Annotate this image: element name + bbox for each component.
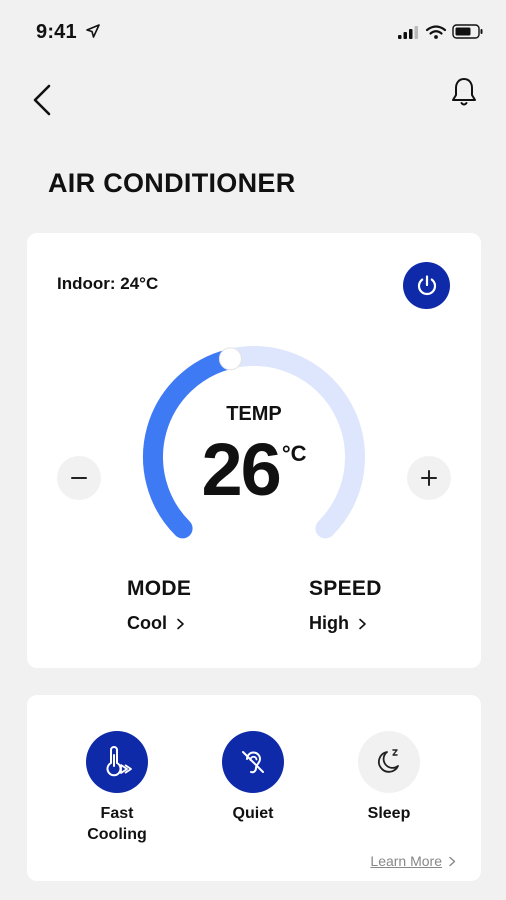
mode-fast-cooling[interactable]: Fast Cooling [57,731,177,845]
speed-label: SPEED [309,577,382,600]
indoor-temperature: Indoor: 24°C [57,274,159,293]
location-arrow-icon [86,24,100,38]
chevron-right-icon [359,618,366,629]
back-chevron-icon[interactable] [28,82,58,118]
sleep-button[interactable] [358,731,420,793]
speed-setting[interactable]: SPEED High [309,577,449,634]
status-icons [398,24,484,39]
quiet-label: Quiet [232,805,274,822]
speed-value-row[interactable]: High [309,613,449,634]
status-time: 9:41 [36,21,77,43]
mode-setting[interactable]: MODE Cool [127,577,267,634]
modes-card: Fast Cooling Quiet Sleep Learn More [27,695,481,881]
mode-value: Cool [127,613,167,633]
signal-icon [398,25,418,39]
fast-cooling-text: Fast Cooling [87,805,147,843]
page-title: AIR CONDITIONER [48,168,296,198]
dial-knob[interactable] [218,347,242,371]
mode-sleep[interactable]: Sleep [329,731,449,824]
learn-more-link[interactable]: Learn More [370,853,457,869]
bell-icon[interactable] [450,76,478,108]
learn-more-text: Learn More [370,853,442,869]
temp-unit: °C [281,441,307,466]
plus-icon [421,470,437,486]
mode-quiet[interactable]: Quiet [193,731,313,824]
temp-label: TEMP [226,403,282,425]
temperature-card: Indoor: 24°C TEMP 26°C MODE Cool SPEED H… [27,233,481,668]
chevron-right-icon [449,856,456,866]
increase-temp-button[interactable] [407,456,451,500]
chevron-right-icon [177,618,184,629]
sleep-label: Sleep [367,805,411,822]
speed-value: High [309,613,349,633]
fast-cooling-button[interactable] [86,731,148,793]
status-bar: 9:41 [0,0,506,62]
power-button[interactable] [403,262,450,309]
battery-icon [452,24,483,39]
mode-value-row[interactable]: Cool [127,613,267,634]
thermometer-fast-icon [106,746,132,777]
mode-label: MODE [127,577,192,600]
moon-sleep-icon [378,749,399,773]
power-icon [417,274,436,295]
quiet-button[interactable] [222,731,284,793]
wifi-icon [426,24,446,39]
decrease-temp-button[interactable] [57,456,101,500]
temp-value: 26 [201,428,282,511]
minus-icon [71,477,87,479]
ear-off-icon [242,751,264,774]
fast-cooling-label: Fast Cooling [57,803,177,845]
